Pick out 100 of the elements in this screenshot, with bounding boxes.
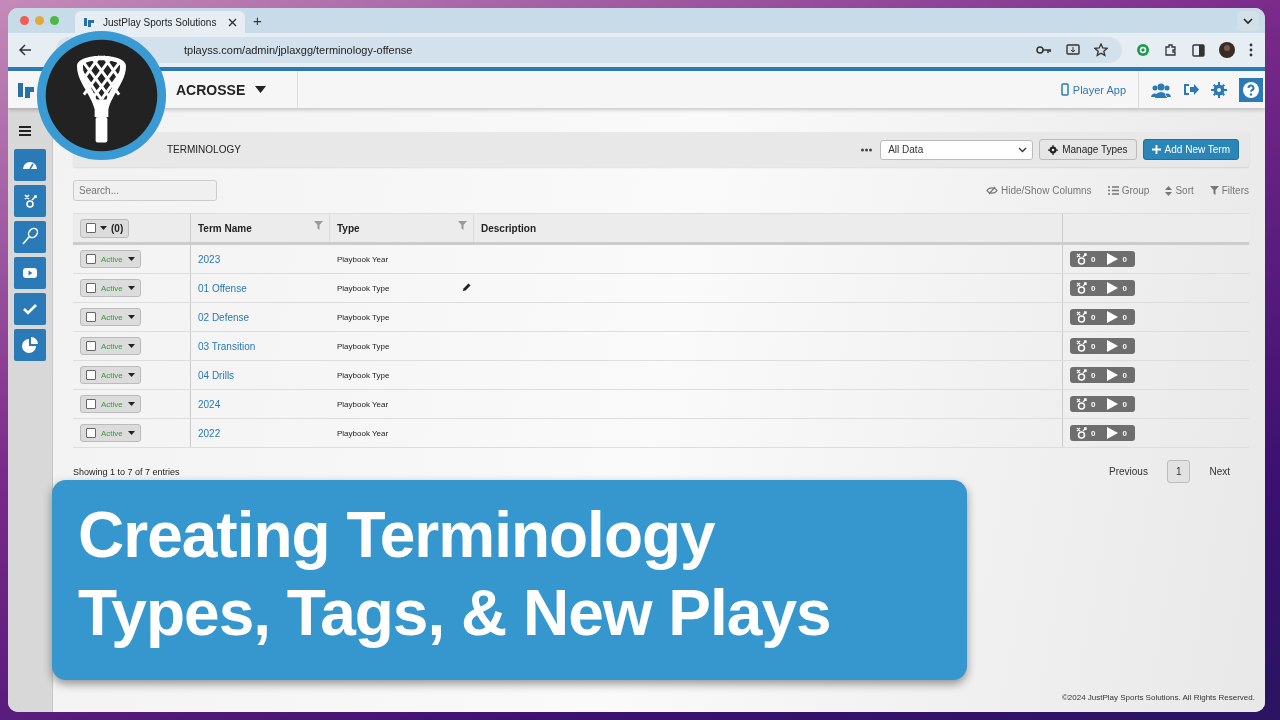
column-header[interactable]: Type (337, 222, 360, 234)
table-cell: Playbook Year (337, 428, 389, 438)
caret-icon[interactable] (127, 431, 135, 435)
more-icon[interactable] (1249, 43, 1253, 57)
table-tool-link[interactable]: Filters (1209, 185, 1249, 196)
filter-icon (1209, 186, 1219, 195)
play-icon (1107, 253, 1119, 265)
video-icon[interactable] (14, 257, 46, 289)
sport-dropdown[interactable]: ACROSSE (176, 81, 246, 98)
counts-badge[interactable]: 0 0 (1070, 396, 1135, 412)
row-checkbox[interactable] (86, 254, 96, 264)
table-cell: Playbook Type (337, 370, 390, 380)
play-diagram-icon[interactable] (14, 185, 46, 217)
row-checkbox[interactable] (86, 370, 96, 380)
breadcrumb: TERMINOLOGY (167, 144, 241, 155)
banner-title: Types, Tags, & New Plays (78, 576, 831, 651)
users-icon[interactable] (1151, 81, 1171, 98)
pie-chart-icon[interactable] (14, 329, 46, 361)
tab-list-icon[interactable] (1237, 10, 1259, 31)
table-cell: Playbook Type (337, 312, 390, 322)
table-cell: Playbook Type (337, 283, 390, 293)
site-logo-icon (83, 16, 95, 28)
play-diagram-icon (1076, 369, 1087, 381)
caret-icon[interactable] (100, 226, 107, 230)
play-diagram-icon (1076, 282, 1087, 294)
term-name-link[interactable]: 04 Drills (198, 369, 235, 381)
pagination-button[interactable]: Previous (1099, 460, 1157, 483)
table-tool-link[interactable]: Hide/Show Columns (986, 185, 1092, 196)
search-field[interactable]: Search... (73, 180, 217, 201)
more-icon[interactable] (861, 147, 873, 152)
play-diagram-icon (1076, 311, 1087, 323)
row-checkbox[interactable] (86, 428, 96, 438)
term-name-link[interactable]: 2024 (198, 398, 221, 410)
row-checkbox[interactable] (86, 312, 96, 322)
caret-icon[interactable] (127, 315, 135, 319)
column-header[interactable]: Term Name (198, 222, 252, 234)
caret-icon[interactable] (127, 286, 135, 290)
row-checkbox[interactable] (86, 399, 96, 409)
term-name-link[interactable]: 03 Transition (198, 340, 256, 352)
browser-tab[interactable]: JustPlay Sports Solutions (75, 11, 245, 33)
side-panel-icon[interactable] (1192, 43, 1205, 57)
play-diagram-icon (1076, 253, 1087, 265)
caret-icon[interactable] (127, 344, 135, 348)
counts-badge[interactable]: 0 0 (1070, 425, 1135, 441)
install-icon[interactable] (1066, 43, 1080, 57)
term-name-link[interactable]: 01 Offense (198, 282, 247, 294)
menu-icon[interactable] (19, 126, 31, 136)
address-bar[interactable]: tplayss.com/admin/jplaxgg/terminology-offense (56, 37, 1122, 63)
manage-types-button[interactable]: Manage Types (1039, 139, 1137, 160)
caret-icon (255, 86, 267, 93)
edit-pencil-icon[interactable] (462, 283, 471, 292)
table-tool-link[interactable]: Sort (1165, 185, 1194, 196)
close-icon[interactable] (228, 17, 237, 27)
add-new-term-button[interactable]: Add New Term (1142, 139, 1239, 160)
play-icon (1107, 282, 1119, 294)
counts-badge[interactable]: 0 0 (1070, 338, 1135, 354)
eye-slash-icon (986, 186, 998, 195)
phone-icon (1060, 83, 1069, 96)
copyright: ©2024 JustPlay Sports Solutions. All Rights Reserved. (1060, 693, 1255, 702)
counts-badge[interactable]: 0 0 (1070, 309, 1135, 325)
column-header[interactable]: Description (481, 222, 536, 234)
play-icon (1107, 311, 1119, 323)
new-tab-button[interactable]: + (253, 12, 262, 29)
star-icon[interactable] (1094, 43, 1108, 57)
play-icon (1107, 398, 1119, 410)
term-name-link[interactable]: 02 Defense (198, 311, 250, 323)
pagination-button[interactable]: 1 (1166, 460, 1191, 483)
term-name-link[interactable]: 2023 (198, 253, 221, 265)
avatar-icon[interactable] (1219, 42, 1235, 58)
play-icon (1107, 427, 1119, 439)
counts-badge[interactable]: 0 0 (1070, 280, 1135, 296)
list-icon (1107, 186, 1119, 195)
dashboard-icon[interactable] (14, 149, 46, 181)
sign-out-icon[interactable] (1183, 82, 1199, 97)
caret-icon[interactable] (127, 402, 135, 406)
lacrosse-stick-icon[interactable] (14, 221, 46, 253)
puzzle-icon[interactable] (1164, 43, 1178, 57)
select-all-checkbox[interactable] (86, 223, 96, 233)
play-diagram-icon (1076, 340, 1087, 352)
counts-badge[interactable]: 0 0 (1070, 367, 1135, 383)
row-checkbox[interactable] (86, 283, 96, 293)
counts-badge[interactable]: 0 0 (1070, 251, 1135, 267)
back-icon[interactable] (18, 43, 32, 57)
help-icon[interactable] (1239, 77, 1263, 102)
key-icon[interactable] (1036, 44, 1052, 56)
data-filter-select[interactable]: All Data (880, 139, 1034, 160)
banner-title: Creating Terminology (78, 498, 715, 573)
table-cell: Playbook Year (337, 399, 389, 409)
caret-icon[interactable] (127, 373, 135, 377)
settings-icon[interactable] (1211, 81, 1227, 98)
row-checkbox[interactable] (86, 341, 96, 351)
extension-icon[interactable] (1136, 43, 1150, 57)
table-cell: Playbook Year (337, 254, 389, 264)
caret-icon[interactable] (127, 257, 135, 261)
table-tool-link[interactable]: Group (1107, 185, 1150, 196)
play-diagram-icon (1076, 398, 1087, 410)
entries-summary: Showing 1 to 7 of 7 entries (73, 466, 180, 477)
checkmark-icon[interactable] (14, 293, 46, 325)
term-name-link[interactable]: 2022 (198, 427, 221, 439)
pagination-button[interactable]: Next (1200, 460, 1239, 483)
